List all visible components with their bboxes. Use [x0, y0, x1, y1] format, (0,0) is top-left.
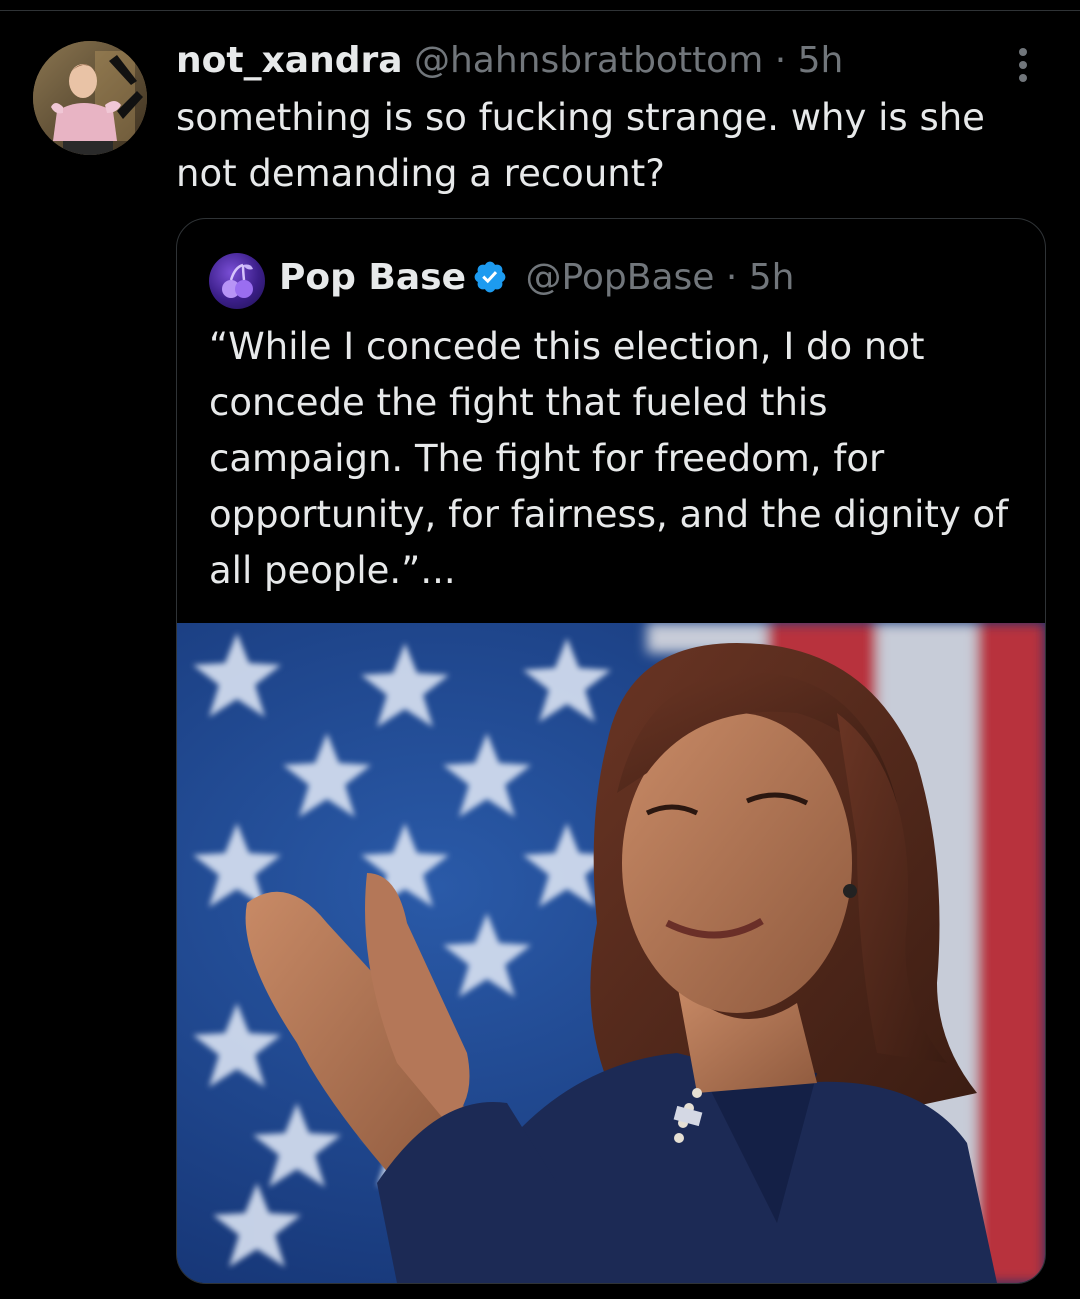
tweet-header: not_xandra @hahnsbratbottom · 5h: [176, 38, 843, 84]
separator-dot: ·: [774, 40, 787, 81]
user-handle[interactable]: @hahnsbratbottom: [414, 40, 763, 81]
quoted-user-avatar[interactable]: [209, 253, 265, 309]
quoted-tweet-text: “While I concede this election, I do not…: [209, 325, 1009, 592]
separator-dot: ·: [725, 257, 738, 298]
quoted-tweet[interactable]: Pop Base @PopBase · 5h “While I concede …: [176, 218, 1046, 1284]
verified-badge-icon: [472, 259, 508, 295]
quoted-user-handle[interactable]: @PopBase: [525, 257, 714, 298]
quoted-tweet-header: Pop Base @PopBase · 5h: [279, 255, 795, 301]
user-avatar[interactable]: [33, 41, 147, 155]
more-vertical-icon[interactable]: [1000, 42, 1046, 88]
quoted-display-name[interactable]: Pop Base: [279, 257, 466, 298]
quoted-tweet-photo[interactable]: [177, 623, 1045, 1283]
tweet-text: something is so fucking strange. why is …: [176, 96, 985, 195]
quoted-timestamp[interactable]: 5h: [749, 257, 795, 298]
display-name[interactable]: not_xandra: [176, 40, 403, 81]
tweet[interactable]: not_xandra @hahnsbratbottom · 5h somethi…: [0, 0, 1080, 1299]
timestamp[interactable]: 5h: [798, 40, 844, 81]
